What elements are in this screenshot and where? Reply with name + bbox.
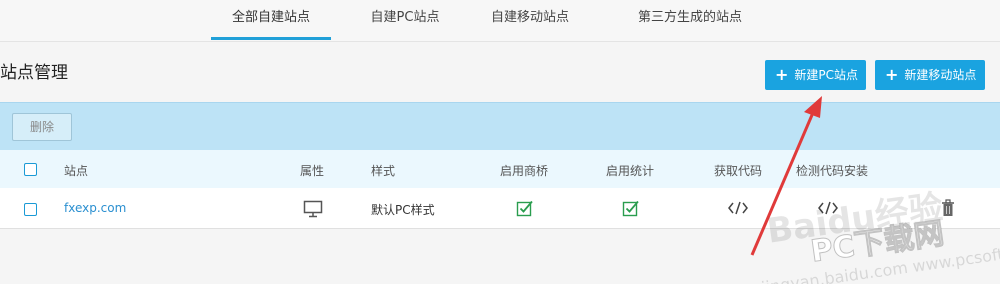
watermark-logo: Baidu经验 PC下载网 jingyan.baidu.com www.pcso… [759, 187, 1000, 284]
